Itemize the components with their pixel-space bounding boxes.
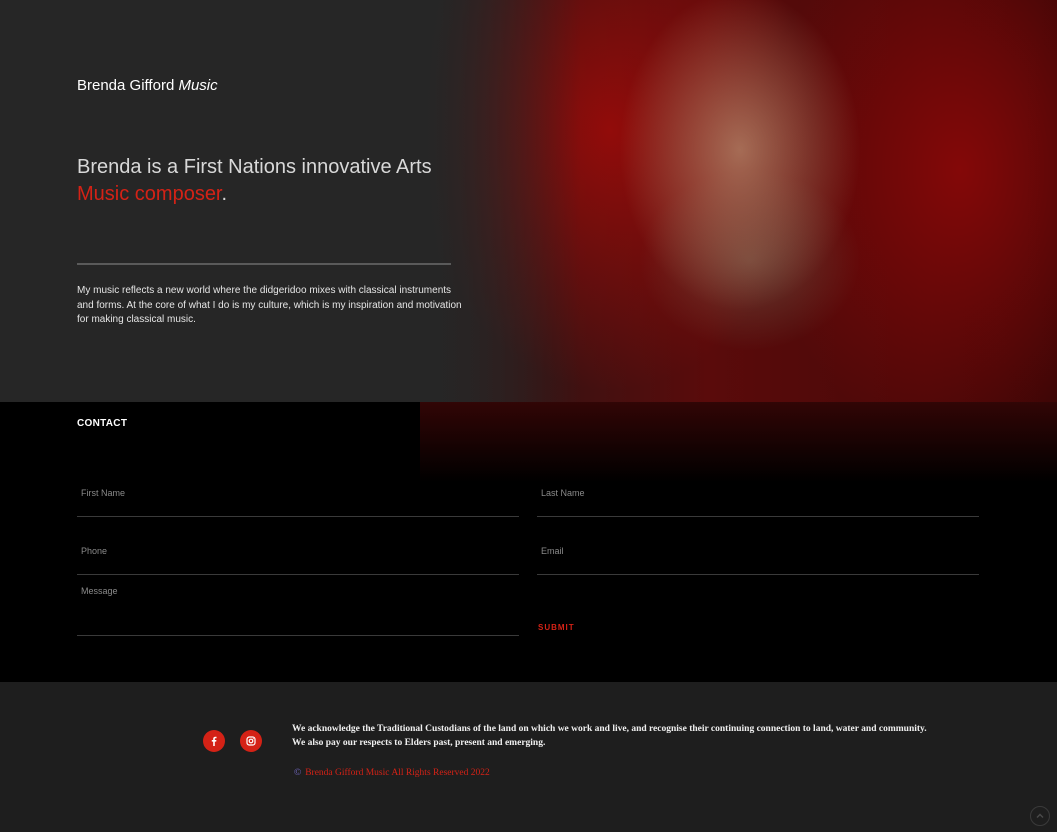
last-name-field[interactable]: Last Name [537, 476, 979, 517]
last-name-placeholder: Last Name [541, 488, 585, 498]
hero-intro-text: My music reflects a new world where the … [77, 285, 462, 325]
facebook-icon [211, 736, 217, 746]
phone-placeholder: Phone [81, 546, 108, 556]
contact-section: CONTACT First Name Last Name Phone Email… [0, 402, 1057, 682]
message-placeholder: Message [81, 586, 118, 596]
copyright: © Brenda Gifford Music All Rights Reserve… [294, 768, 490, 778]
phone-field[interactable]: Phone [77, 534, 519, 575]
hero-section: Brenda Gifford Music Brenda is a First N… [0, 0, 1057, 402]
acknowledgement-line-1: We acknowledge the Traditional Custodian… [292, 724, 927, 734]
site-footer: We acknowledge the Traditional Custodian… [0, 682, 1057, 832]
message-field[interactable]: Message [77, 580, 519, 636]
headline-main: Brenda is a First Nations innovative Art… [77, 156, 432, 178]
copyright-icon: © [294, 768, 302, 778]
chevron-up-icon [1036, 813, 1044, 818]
headline-end: . [221, 183, 228, 205]
brand-suffix: Music [178, 77, 218, 94]
instagram-link[interactable] [240, 730, 262, 752]
copyright-text: Brenda Gifford Music All Rights Reserved… [305, 768, 490, 778]
submit-button[interactable]: SUBMIT [538, 623, 575, 632]
hero-divider [77, 263, 451, 265]
instagram-icon [246, 736, 256, 746]
email-field[interactable]: Email [537, 534, 979, 575]
acknowledgement-line-2: We also pay our respects to Elders past,… [292, 738, 546, 748]
hero-headline: Brenda is a First Nations innovative Art… [77, 154, 497, 208]
facebook-link[interactable] [203, 730, 225, 752]
first-name-field[interactable]: First Name [77, 476, 519, 517]
contact-glow [420, 402, 1057, 482]
site-brand[interactable]: Brenda Gifford Music [77, 77, 218, 94]
acknowledgement-text: We acknowledge the Traditional Custodian… [292, 722, 932, 750]
first-name-placeholder: First Name [81, 488, 126, 498]
email-placeholder: Email [541, 546, 564, 556]
brand-name: Brenda Gifford [77, 77, 175, 94]
contact-title: CONTACT [77, 418, 128, 429]
scroll-to-top-button[interactable] [1030, 806, 1050, 826]
headline-accent: Music composer [77, 183, 222, 205]
